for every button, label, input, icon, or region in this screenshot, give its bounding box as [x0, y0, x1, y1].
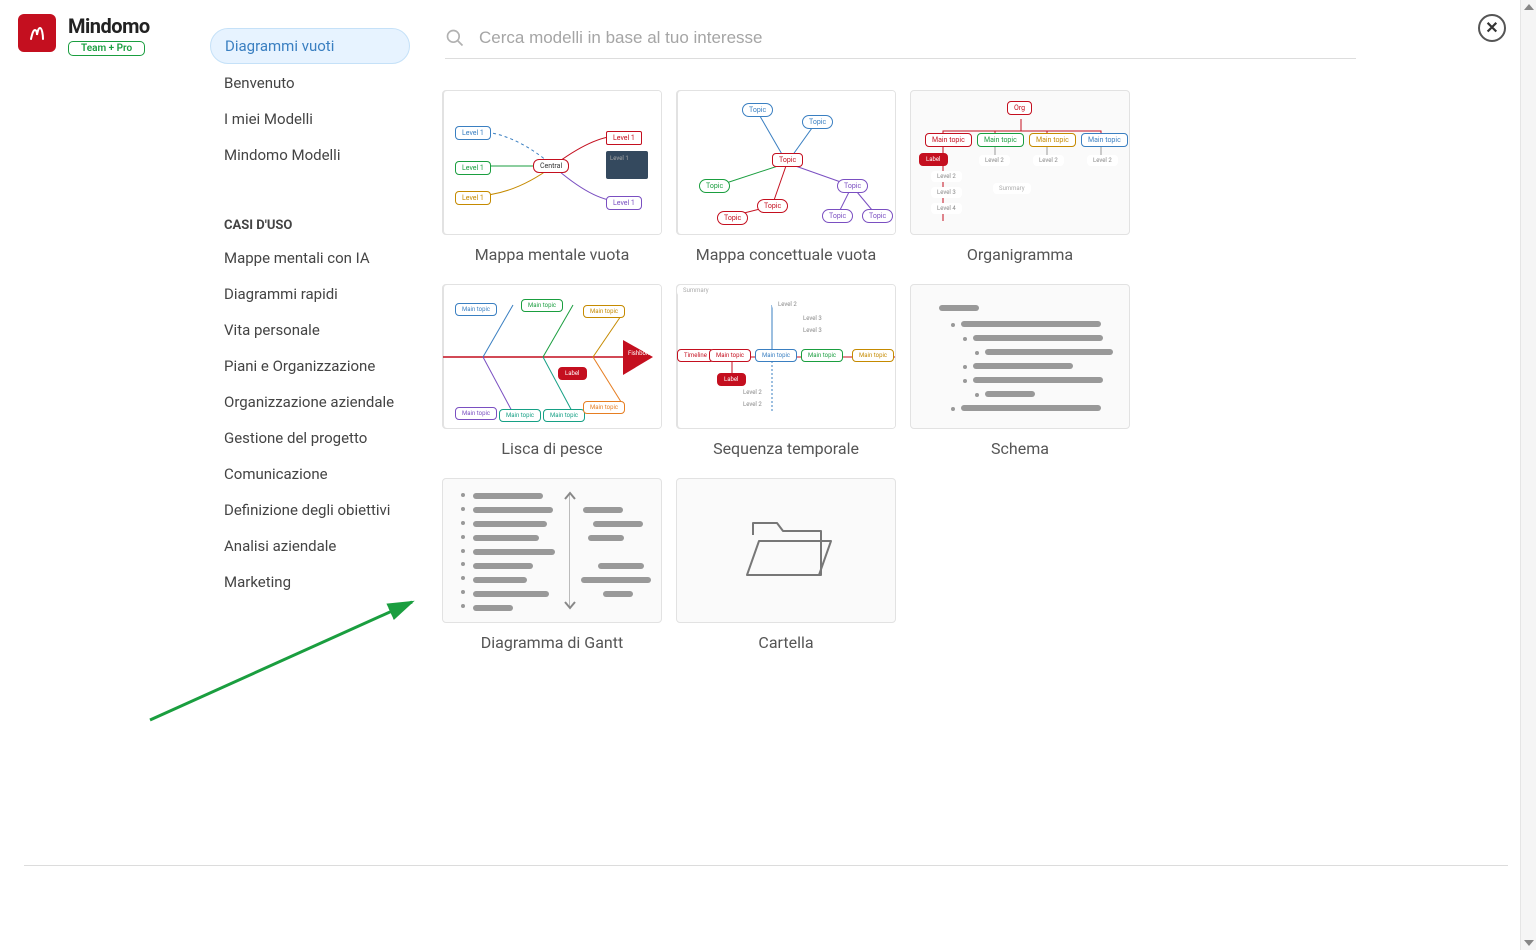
- sidebar-item-gestione-progetto[interactable]: Gestione del progetto: [210, 421, 410, 455]
- sidebar-item-definizione-obiettivi[interactable]: Definizione degli obiettivi: [210, 493, 410, 527]
- sidebar-item-mappe-mentali-ia[interactable]: Mappe mentali con IA: [210, 241, 410, 275]
- app-logo: [18, 14, 56, 52]
- template-thumb: [442, 478, 662, 623]
- template-lisca-di-pesce[interactable]: Main topic Main topic Main topic Main to…: [440, 284, 664, 458]
- chevron-up-icon: [563, 489, 577, 503]
- template-schema[interactable]: Schema: [908, 284, 1132, 458]
- template-label: Organigramma: [967, 245, 1073, 264]
- scroll-up-icon[interactable]: [1524, 4, 1534, 10]
- template-thumb: [910, 284, 1130, 429]
- sidebar-item-vita-personale[interactable]: Vita personale: [210, 313, 410, 347]
- search-icon: [445, 28, 465, 48]
- brand-name: Mindomo: [68, 14, 150, 38]
- scroll-down-icon[interactable]: [1524, 940, 1534, 946]
- template-cartella[interactable]: Cartella: [674, 478, 898, 652]
- template-thumb: Timeline Main topic Main topic Main topi…: [676, 284, 896, 429]
- search-bar: [445, 28, 1356, 59]
- sidebar-item-organizzazione-aziendale[interactable]: Organizzazione aziendale: [210, 385, 410, 419]
- sidebar-item-comunicazione[interactable]: Comunicazione: [210, 457, 410, 491]
- template-label: Schema: [991, 439, 1049, 458]
- sidebar: Diagrammi vuoti Benvenuto I miei Modelli…: [210, 28, 410, 601]
- sidebar-item-diagrammi-rapidi[interactable]: Diagrammi rapidi: [210, 277, 410, 311]
- template-sequenza-temporale[interactable]: Timeline Main topic Main topic Main topi…: [674, 284, 898, 458]
- template-grid: Central Level 1 Level 1 Level 1 Level 1 …: [440, 90, 1132, 652]
- template-thumb: [676, 478, 896, 623]
- template-mappa-mentale[interactable]: Central Level 1 Level 1 Level 1 Level 1 …: [440, 90, 664, 264]
- template-organigramma[interactable]: Org Main topic Main topic Main topic Mai…: [908, 90, 1132, 264]
- template-label: Mappa concettuale vuota: [696, 245, 876, 264]
- template-label: Lisca di pesce: [501, 439, 602, 458]
- folder-icon: [677, 479, 896, 623]
- sidebar-item-analisi-aziendale[interactable]: Analisi aziendale: [210, 529, 410, 563]
- template-label: Cartella: [758, 633, 813, 652]
- sidebar-item-benvenuto[interactable]: Benvenuto: [210, 66, 410, 100]
- template-label: Sequenza temporale: [713, 439, 859, 458]
- sidebar-item-diagrammi-vuoti[interactable]: Diagrammi vuoti: [210, 28, 410, 64]
- template-thumb: Org Main topic Main topic Main topic Mai…: [910, 90, 1130, 235]
- sidebar-item-miei-modelli[interactable]: I miei Modelli: [210, 102, 410, 136]
- sidebar-item-mindomo-modelli[interactable]: Mindomo Modelli: [210, 138, 410, 172]
- scrollbar[interactable]: [1520, 0, 1536, 950]
- close-button[interactable]: ✕: [1478, 14, 1506, 42]
- sidebar-section-title: CASI D'USO: [210, 210, 410, 241]
- template-gantt[interactable]: Diagramma di Gantt: [440, 478, 664, 652]
- close-icon: ✕: [1485, 20, 1498, 36]
- template-label: Mappa mentale vuota: [475, 245, 630, 264]
- template-thumb: Central Level 1 Level 1 Level 1 Level 1 …: [442, 90, 662, 235]
- template-mappa-concettuale[interactable]: Topic Topic Topic Topic Topic Topic Topi…: [674, 90, 898, 264]
- bottom-divider: [24, 865, 1508, 866]
- sidebar-item-marketing[interactable]: Marketing: [210, 565, 410, 599]
- chevron-down-icon: [563, 598, 577, 612]
- search-input[interactable]: [479, 28, 1356, 48]
- sidebar-item-piani-organizzazione[interactable]: Piani e Organizzazione: [210, 349, 410, 383]
- template-thumb: Topic Topic Topic Topic Topic Topic Topi…: [676, 90, 896, 235]
- template-thumb: Main topic Main topic Main topic Main to…: [442, 284, 662, 429]
- template-label: Diagramma di Gantt: [481, 633, 623, 652]
- app-header: Mindomo Team + Pro: [18, 14, 150, 56]
- plan-badge: Team + Pro: [68, 41, 145, 56]
